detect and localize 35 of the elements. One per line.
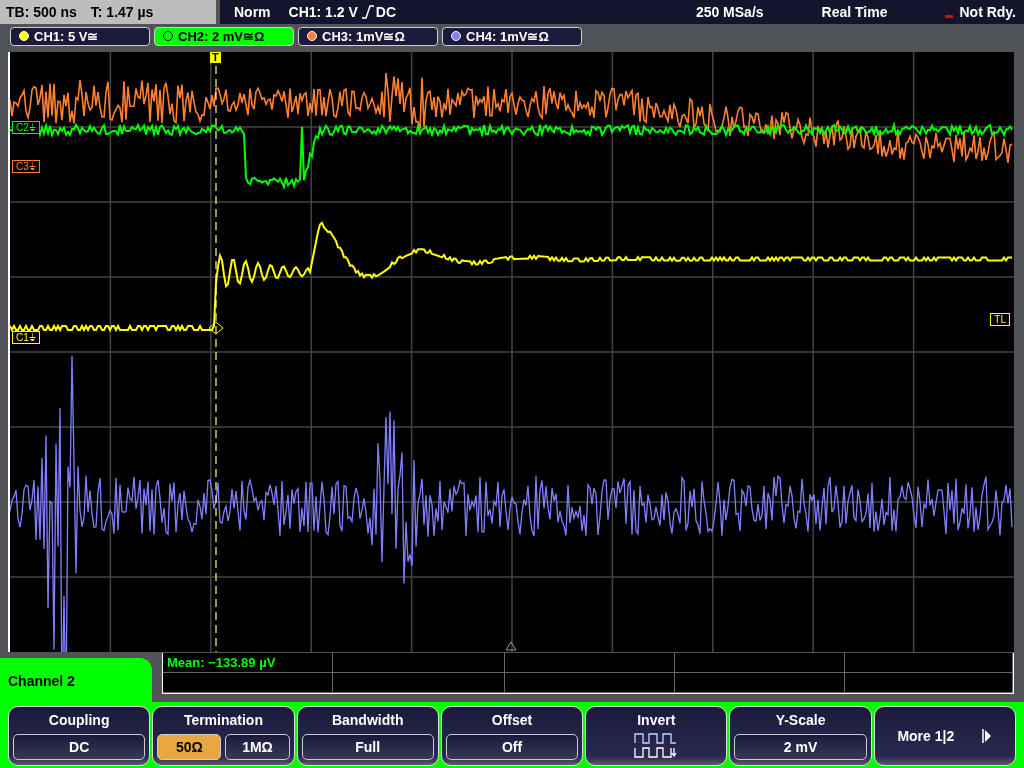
value-button[interactable]: 2 mV (734, 734, 867, 760)
ground-marker[interactable]: C3⏚ (12, 159, 40, 173)
invert-button[interactable]: Invert (585, 706, 728, 766)
channel-tab[interactable]: CH1: 5 V≅ (10, 26, 150, 46)
trigger-coupling-text: DC (375, 3, 397, 20)
trigger-level-marker[interactable]: TL (990, 312, 1010, 326)
softkey-label: Offset (491, 712, 533, 728)
square-wave-icon (634, 732, 679, 760)
rising-edge-icon (360, 4, 375, 19)
acquisition-mode-text: Real Time (821, 3, 888, 20)
measurement-text: Mean: −133.89 µV (163, 653, 333, 673)
acquisition-state-text: Not Rdy. (959, 3, 1016, 20)
trigger-time-text: T: 1.47 µs (90, 3, 154, 20)
softkey-label: Bandwidth (331, 712, 404, 728)
more-button[interactable]: More 1|2 (873, 706, 1016, 766)
option-button[interactable]: 50Ω (157, 734, 222, 760)
value-button[interactable]: DC (13, 734, 146, 760)
sample-rate-text: 250 MSa/s (695, 3, 764, 20)
channel-tab[interactable]: CH3: 1mV≅Ω (298, 26, 438, 46)
channel-tab[interactable]: CH2: 2 mV≅Ω (154, 26, 294, 46)
status-indicator-icon (945, 15, 954, 19)
softkey-label: Y-Scale (775, 712, 826, 728)
ground-marker[interactable]: C2⏚ (12, 120, 40, 134)
trigger-marker[interactable]: T (210, 51, 221, 63)
softkey-label: Coupling (48, 712, 110, 728)
channel-tab[interactable]: CH4: 1mV≅Ω (442, 26, 582, 46)
softkey-label: Termination (183, 712, 263, 728)
trigger-mode-text: Norm (234, 3, 271, 20)
value-button[interactable]: Off (445, 734, 579, 760)
right-arrow-icon (982, 729, 993, 743)
menu-title: Channel 2 (0, 658, 152, 704)
option-button[interactable]: 1MΩ (225, 734, 290, 760)
trigger-level-text: CH1: 1.2 V (288, 3, 358, 20)
timebase-text: TB: 500 ns (6, 3, 77, 20)
value-button[interactable]: Full (301, 734, 434, 760)
